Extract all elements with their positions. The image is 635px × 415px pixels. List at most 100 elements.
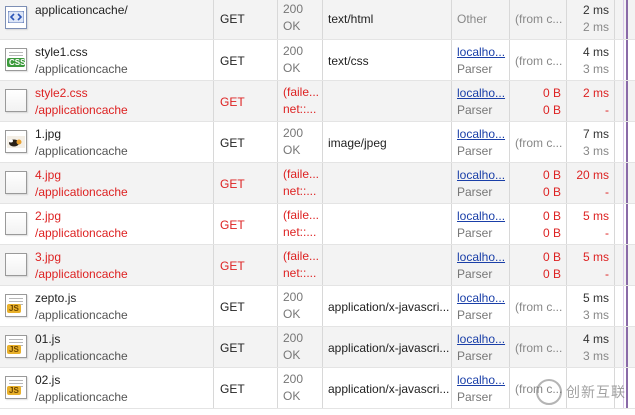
content-type: application/x-javascri... [328,341,450,355]
latency: - [605,185,609,199]
blank-file-icon [5,89,27,112]
status-code: (faile... [283,85,320,99]
table-row[interactable]: 1.jpg /applicationcache GET 200 OK image… [0,122,635,163]
request-method: GET [220,382,245,396]
name-cell[interactable]: 3.jpg /applicationcache [0,245,214,285]
content-size: 0 B [542,103,561,117]
latency: 3 ms [582,349,609,363]
table-row[interactable]: JS 01.js /applicationcache GET 200 OK ap… [0,327,635,368]
initiator-type: Parser [457,308,493,322]
request-name: 2.jpg [35,209,62,223]
table-row[interactable]: 3.jpg /applicationcache GET (faile... ne… [0,245,635,286]
timeline-bar [626,81,628,121]
content-type: application/x-javascri... [328,382,450,396]
time: 5 ms [582,291,609,305]
blank-file-icon [5,253,27,276]
css-file-icon: CSS [5,48,27,71]
status-text: net::... [283,266,317,280]
time: 4 ms [582,332,609,346]
name-cell[interactable]: style2.css /applicationcache [0,81,214,121]
initiator-type: Parser [457,349,493,363]
js-file-icon: JS [5,376,27,399]
initiator-link[interactable]: localho... [457,168,505,182]
name-cell[interactable]: 1.jpg /applicationcache [0,122,214,162]
latency: 3 ms [582,308,609,322]
html-document-icon [5,6,27,29]
initiator-type: Parser [457,390,493,404]
request-method: GET [220,95,245,109]
timeline-cell [615,81,635,121]
time: 2 ms [582,3,609,17]
table-row[interactable]: CSS style1.css /applicationcache GET 200… [0,40,635,81]
timeline-cell [615,245,635,285]
timeline-cell [615,163,635,203]
timeline-bar [626,0,628,39]
timeline-cell [615,286,635,326]
name-cell[interactable]: JS 02.js /applicationcache [0,368,214,408]
table-row[interactable]: 4.jpg /applicationcache GET (faile... ne… [0,163,635,204]
request-method: GET [220,218,245,232]
status-code: (faile... [283,167,320,181]
initiator-link[interactable]: localho... [457,127,505,141]
request-path: /applicationcache [35,390,128,404]
request-path: /applicationcache [35,226,128,240]
initiator-link[interactable]: localho... [457,373,505,387]
request-name: zepto.js [35,291,77,305]
table-row[interactable]: 2.jpg /applicationcache GET (faile... ne… [0,204,635,245]
status-code: 200 [283,126,304,140]
status-text: OK [283,61,301,75]
request-name: 01.js [35,332,61,346]
content-type: text/html [328,12,374,26]
name-cell[interactable]: JS 01.js /applicationcache [0,327,214,367]
request-method: GET [220,300,245,314]
time: 5 ms [582,250,609,264]
request-name: 3.jpg [35,250,62,264]
timeline-cell [615,122,635,162]
time: 5 ms [582,209,609,223]
table-row[interactable]: JS zepto.js /applicationcache GET 200 OK… [0,286,635,327]
timeline-bar [626,245,628,285]
timeline-bar [626,163,628,203]
time: 7 ms [582,127,609,141]
timeline-cell [615,0,635,39]
initiator-link[interactable]: localho... [457,86,505,100]
status-text: net::... [283,102,317,116]
request-name: style2.css [35,86,88,100]
name-cell[interactable]: 2.jpg /applicationcache [0,204,214,244]
request-path: /applicationcache [35,62,128,76]
name-cell[interactable]: CSS style1.css /applicationcache [0,40,214,80]
content-size: 0 B [542,185,561,199]
initiator-type: Parser [457,62,493,76]
status-code: 200 [283,290,304,304]
request-path: /applicationcache [35,103,128,117]
request-method: GET [220,341,245,355]
size: (from c... [515,54,563,68]
content-type: application/x-javascri... [328,300,450,314]
request-name: 4.jpg [35,168,62,182]
name-cell[interactable]: applicationcache/ [0,0,214,39]
name-cell[interactable]: 4.jpg /applicationcache [0,163,214,203]
initiator-link[interactable]: localho... [457,209,505,223]
initiator-link[interactable]: localho... [457,332,505,346]
status-text: OK [283,19,301,33]
status-code: (faile... [283,208,320,222]
initiator-link[interactable]: localho... [457,291,505,305]
initiator-type: Parser [457,226,493,240]
timeline-bar [626,327,628,367]
status-text: net::... [283,225,317,239]
table-row[interactable]: style2.css /applicationcache GET (faile.… [0,81,635,122]
size: 0 B [542,209,561,223]
watermark-logo-icon [536,379,562,405]
blank-file-icon [5,171,27,194]
size: 0 B [542,168,561,182]
content-type: image/jpeg [328,136,387,150]
latency: - [605,103,609,117]
initiator-link[interactable]: localho... [457,250,505,264]
initiator-link[interactable]: localho... [457,45,505,59]
request-path: /applicationcache [35,185,128,199]
status-code: 200 [283,44,304,58]
latency: 3 ms [582,144,609,158]
table-row[interactable]: applicationcache/ GET 200 OK text/html O… [0,0,635,40]
timeline-cell [615,40,635,80]
name-cell[interactable]: JS zepto.js /applicationcache [0,286,214,326]
